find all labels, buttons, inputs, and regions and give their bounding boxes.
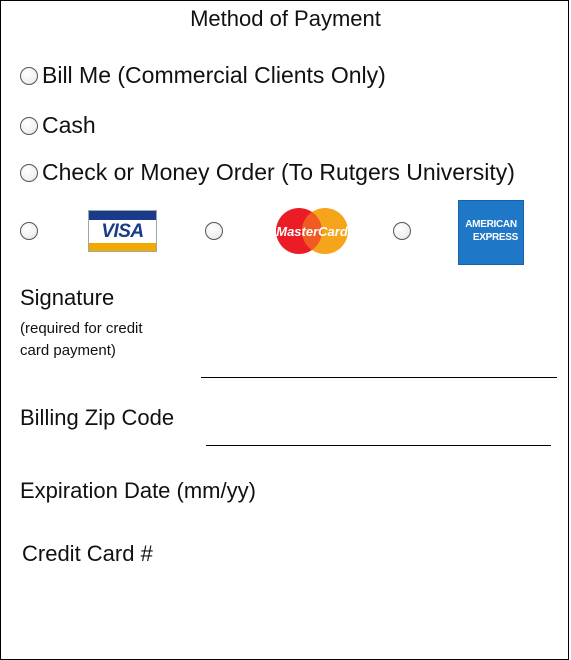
signature-field[interactable] bbox=[201, 377, 557, 378]
cash-label: Cash bbox=[42, 112, 96, 138]
cash-radio[interactable] bbox=[20, 116, 38, 135]
billing-zip-field[interactable] bbox=[206, 445, 551, 446]
signature-note: (required for credit card payment) bbox=[20, 320, 143, 359]
bill-me-label: Bill Me (Commercial Clients Only) bbox=[42, 62, 386, 88]
mastercard-logo: MasterCard bbox=[276, 208, 349, 254]
mastercard-logo-text: MasterCard bbox=[276, 224, 349, 239]
expiration-date-label: Expiration Date (mm/yy) bbox=[20, 478, 256, 503]
visa-logo: VISA bbox=[88, 210, 157, 252]
visa-radio[interactable] bbox=[20, 222, 38, 240]
option-bill-me[interactable]: Bill Me (Commercial Clients Only) bbox=[20, 62, 386, 89]
mastercard-radio[interactable] bbox=[205, 222, 223, 240]
option-cash[interactable]: Cash bbox=[20, 112, 96, 139]
amex-logo-text: AMERICAN EXPRESS bbox=[465, 219, 518, 243]
american-express-logo: AMERICAN EXPRESS bbox=[458, 200, 524, 265]
option-check[interactable]: Check or Money Order (To Rutgers Univers… bbox=[20, 159, 515, 186]
form-title: Method of Payment bbox=[190, 6, 381, 31]
check-label: Check or Money Order (To Rutgers Univers… bbox=[42, 159, 515, 185]
credit-card-label: Credit Card # bbox=[22, 541, 153, 566]
signature-label: Signature bbox=[20, 285, 115, 310]
billing-zip-label: Billing Zip Code bbox=[20, 405, 175, 430]
visa-bottom-band bbox=[89, 243, 156, 251]
amex-radio[interactable] bbox=[393, 222, 411, 240]
bill-me-radio[interactable] bbox=[20, 66, 38, 85]
visa-logo-text: VISA bbox=[101, 221, 144, 242]
check-radio[interactable] bbox=[20, 163, 38, 182]
visa-top-band bbox=[89, 211, 156, 220]
